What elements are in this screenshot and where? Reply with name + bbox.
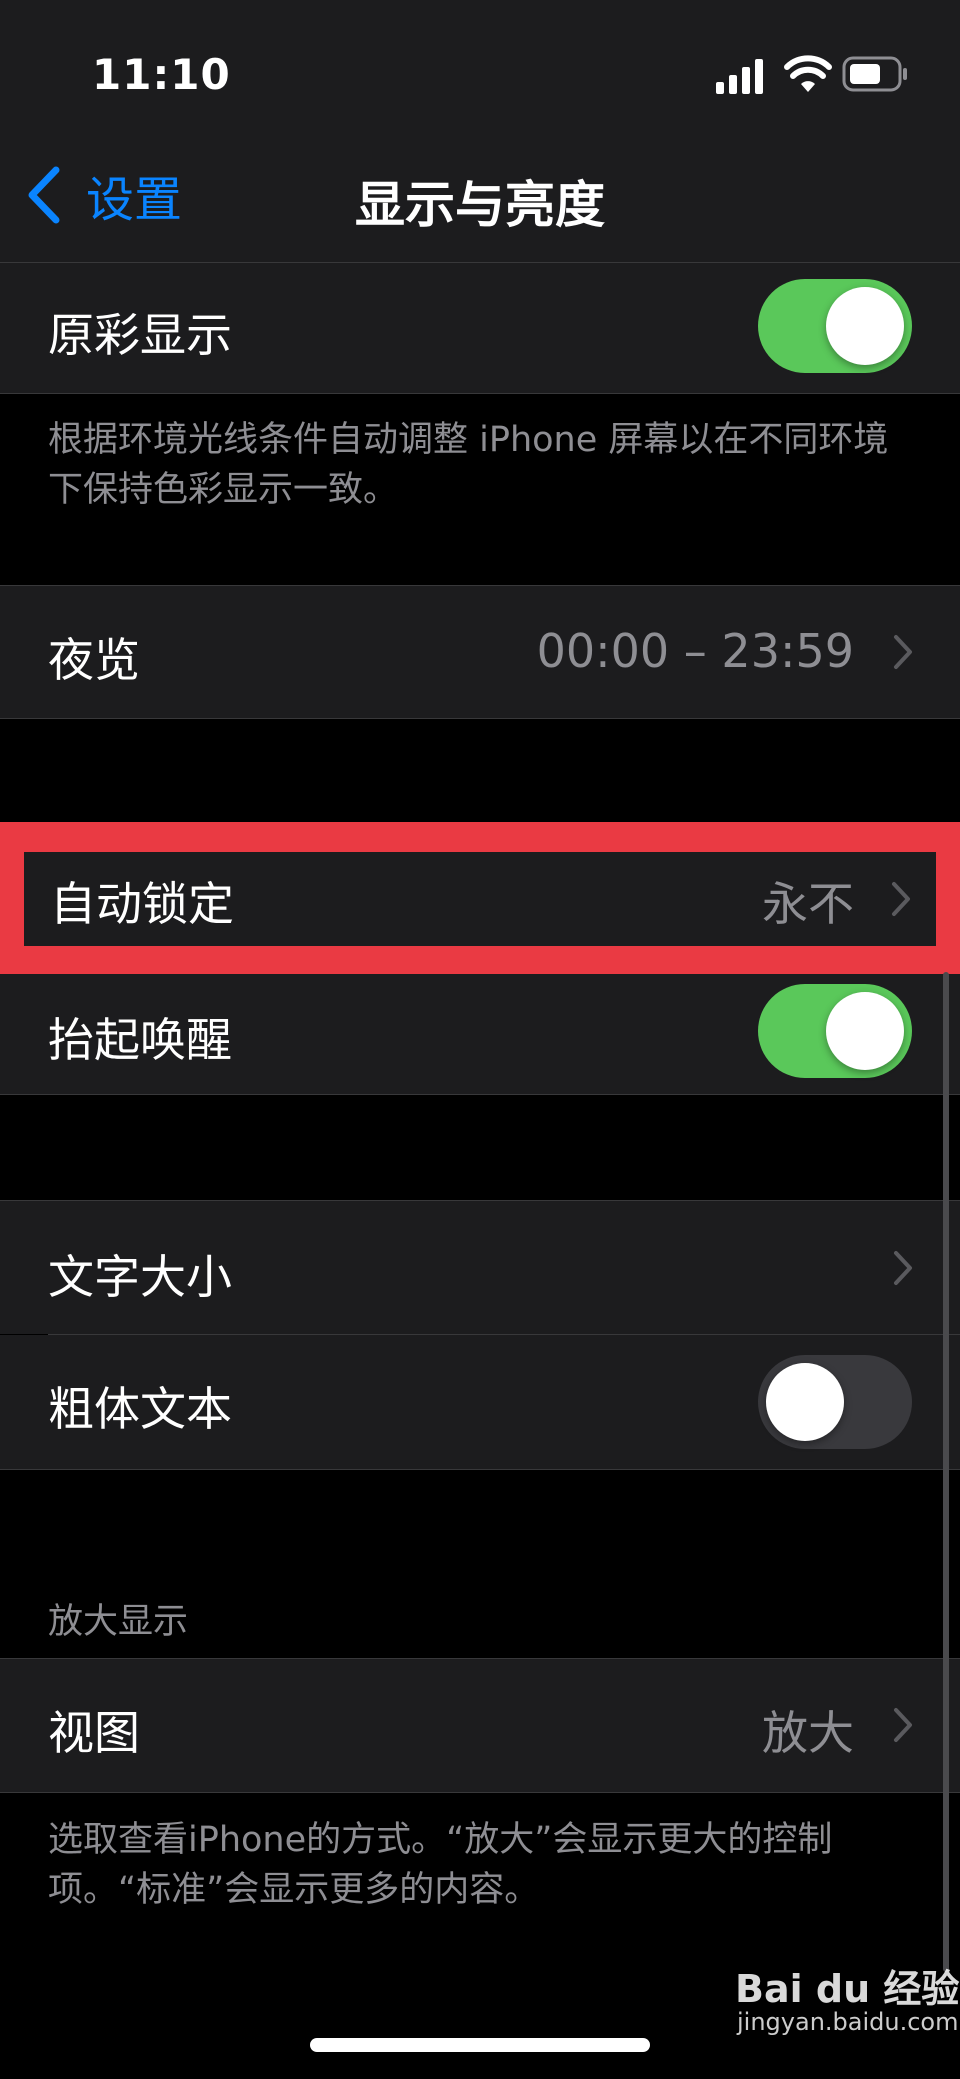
- page-title: 显示与亮度: [355, 176, 605, 234]
- raise-to-wake-row: 抬起唤醒: [0, 974, 960, 1094]
- divider: [0, 1792, 960, 1793]
- night-shift-label: 夜览: [48, 633, 140, 687]
- text-size-row[interactable]: 文字大小: [0, 1201, 960, 1334]
- baidu-watermark: Bai du 经验: [735, 1967, 960, 2011]
- bold-text-toggle[interactable]: [758, 1355, 912, 1449]
- divider: [0, 718, 960, 719]
- divider: [0, 1094, 960, 1095]
- auto-lock-row[interactable]: 自动锁定 永不: [24, 852, 936, 946]
- toggle-knob: [766, 1363, 844, 1441]
- text-size-label: 文字大小: [48, 1250, 232, 1304]
- battery-icon: [842, 56, 907, 92]
- view-value: 放大: [762, 1706, 854, 1760]
- toggle-knob: [826, 287, 904, 365]
- true-tone-footnote: 根据环境光线条件自动调整 iPhone 屏幕以在不同环境下保持色彩显示一致。: [48, 420, 889, 510]
- true-tone-toggle[interactable]: [758, 279, 912, 373]
- auto-lock-value: 永不: [762, 877, 854, 931]
- chevron-right-icon: [894, 1251, 912, 1285]
- chevron-right-icon: [894, 1708, 912, 1742]
- divider: [0, 393, 960, 394]
- chevron-right-icon: [892, 882, 910, 916]
- wifi-icon: [784, 55, 832, 92]
- cellular-signal-icon: [716, 59, 763, 94]
- view-row[interactable]: 视图 放大: [0, 1659, 960, 1792]
- view-label: 视图: [48, 1706, 140, 1760]
- raise-to-wake-toggle[interactable]: [758, 984, 912, 1078]
- auto-lock-label: 自动锁定: [50, 877, 234, 931]
- display-zoom-header: 放大显示: [48, 1602, 189, 1642]
- divider: [0, 1469, 960, 1470]
- display-zoom-footnote: 选取查看iPhone的方式。“放大”会显示更大的控制项。“标准”会显示更多的内容…: [48, 1820, 833, 1910]
- scroll-indicator[interactable]: [943, 972, 949, 1972]
- night-shift-value: 00:00 – 23:59: [536, 624, 854, 678]
- night-shift-row[interactable]: 夜览 00:00 – 23:59: [0, 586, 960, 718]
- status-time: 11:10: [92, 50, 231, 99]
- watermark-url: jingyan.baidu.com: [737, 2008, 959, 2036]
- toggle-knob: [826, 992, 904, 1070]
- bold-text-row: 粗体文本: [0, 1335, 960, 1469]
- chevron-right-icon: [894, 635, 912, 669]
- true-tone-row: 原彩显示: [0, 263, 960, 393]
- home-indicator[interactable]: [310, 2038, 650, 2052]
- bold-text-label: 粗体文本: [48, 1382, 232, 1436]
- raise-to-wake-label: 抬起唤醒: [48, 1013, 232, 1067]
- true-tone-label: 原彩显示: [48, 308, 232, 362]
